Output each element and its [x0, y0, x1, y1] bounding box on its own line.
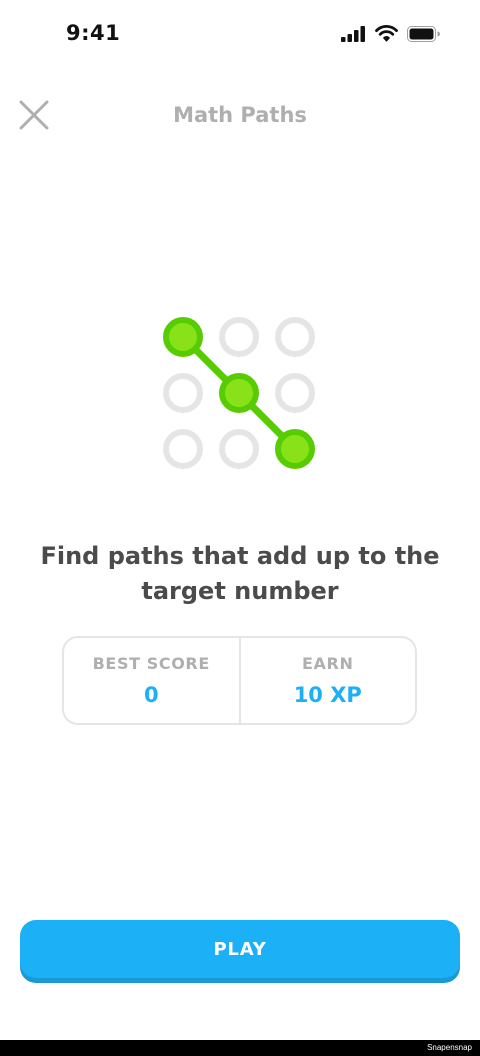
- best-score-label: BEST SCORE: [92, 654, 210, 673]
- earn-value: 10 XP: [293, 683, 362, 707]
- page-title: Math Paths: [173, 103, 307, 127]
- earn-stat: EARN 10 XP: [238, 638, 416, 723]
- play-button-label: PLAY: [213, 938, 267, 960]
- math-paths-screen: 9:41 Math Paths Find paths that add up t…: [0, 0, 480, 1056]
- status-time: 9:41: [66, 21, 121, 45]
- game-description: Find paths that add up to the target num…: [40, 542, 440, 605]
- battery-icon: [407, 25, 440, 42]
- watermark: Snapensnap: [427, 1043, 472, 1052]
- bottom-strip: [0, 1040, 480, 1056]
- stats-card: BEST SCORE 0 EARN 10 XP: [62, 636, 417, 725]
- best-score-value: 0: [143, 683, 159, 707]
- math-path-grid-icon: [150, 305, 330, 485]
- status-icons: [341, 25, 440, 42]
- status-bar: 9:41: [0, 0, 480, 70]
- signal-icon: [341, 25, 366, 42]
- best-score-stat: BEST SCORE 0: [64, 638, 239, 723]
- earn-label: EARN: [302, 654, 354, 673]
- wifi-icon: [375, 25, 398, 42]
- play-button[interactable]: PLAY: [20, 920, 460, 978]
